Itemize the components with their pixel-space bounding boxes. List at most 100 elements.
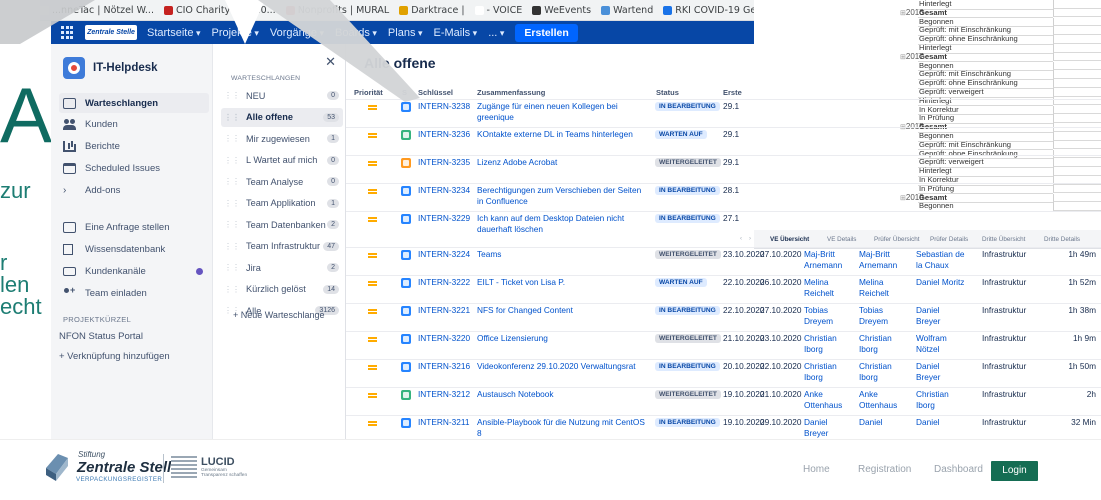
issue-key-link[interactable]: INTERN-3221 <box>418 305 470 315</box>
nav-more[interactable]: ... <box>488 27 504 39</box>
zentrale-stelle-logo[interactable]: Stiftung Zentrale Stelle VERPACKUNGSREGI… <box>44 448 180 486</box>
queue-item[interactable]: ⋮⋮ Jira 2 <box>221 258 343 277</box>
add-shortcut-link[interactable]: + Verknüpfung hinzufügen <box>55 346 205 366</box>
drag-handle-icon[interactable]: ⋮⋮ <box>224 177 240 186</box>
reporter-link[interactable]: Daniel Breyer <box>804 417 854 439</box>
reporter-link[interactable]: Melina Reichelt <box>804 277 854 299</box>
bookmark-item[interactable]: WeEvents <box>532 0 591 20</box>
approver-link[interactable]: Daniel Moritz <box>916 277 966 288</box>
table-row[interactable]: INTERN-3224 Teams WEITERGELEITET 23.10.2020… <box>346 247 1101 274</box>
assignee-link[interactable]: Anke Ottenhaus <box>859 389 909 411</box>
issue-key-link[interactable]: INTERN-3220 <box>418 333 470 343</box>
table-row[interactable]: INTERN-3221 NFS for Changed Content IN BEA… <box>346 303 1101 330</box>
sidebar-item-kundenkanaele[interactable]: Kundenkanäle <box>59 261 209 281</box>
drag-handle-icon[interactable]: ⋮⋮ <box>224 220 240 229</box>
assignee-link[interactable]: Tobias Dreyem <box>859 305 909 327</box>
issue-key-link[interactable]: INTERN-3222 <box>418 277 470 287</box>
issue-summary-link[interactable]: Videokonferenz 29.10.2020 Verwaltungsrat <box>477 361 645 372</box>
drag-handle-icon[interactable]: ⋮⋮ <box>224 199 240 208</box>
nav-emails[interactable]: E-Mails <box>433 27 477 39</box>
approver-link[interactable]: Wolfram Nötzel <box>916 333 966 355</box>
sidebar-item-berichte[interactable]: Berichte <box>59 136 209 156</box>
queue-item[interactable]: ⋮⋮ Team Applikation 1 <box>221 194 343 213</box>
bookmark-item[interactable]: RKI COVID-19 Ger... <box>663 0 754 20</box>
table-row[interactable]: INTERN-3238 Zugänge für einen neuen Kolle… <box>346 99 1101 126</box>
nav-vorgaenge[interactable]: Vorgänge <box>270 27 324 39</box>
queue-item[interactable]: ⋮⋮ Mir zugewiesen 1 <box>221 129 343 148</box>
table-row[interactable]: INTERN-3229 Ich kann auf dem Desktop Date… <box>346 211 1101 238</box>
drag-handle-icon[interactable]: ⋮⋮ <box>224 242 240 251</box>
nav-projekte[interactable]: Projekte <box>212 27 259 39</box>
issue-summary-link[interactable]: Austausch Notebook <box>477 389 645 400</box>
issue-summary-link[interactable]: Zugänge für einen neuen Kollegen bei gre… <box>477 101 645 123</box>
nav-registration-link[interactable]: Registration <box>858 464 911 475</box>
issue-key-link[interactable]: INTERN-3238 <box>418 101 470 111</box>
issue-summary-link[interactable]: Lizenz Adobe Acrobat <box>477 157 645 168</box>
nav-home-link[interactable]: Home <box>803 464 830 475</box>
sidebar-item-team-einladen[interactable]: Team einladen <box>59 283 209 303</box>
shortcut-nfon-status-portal[interactable]: NFON Status Portal <box>55 326 205 346</box>
new-queue-link[interactable]: + Neue Warteschlange <box>233 310 324 320</box>
bookmark-item[interactable]: Darktrace | <box>399 0 465 20</box>
issue-key-link[interactable]: INTERN-3229 <box>418 213 470 223</box>
sidebar-item-kunden[interactable]: Kunden <box>59 114 209 134</box>
sidebar-item-add-ons[interactable]: › Add-ons <box>59 180 209 200</box>
queue-item[interactable]: ⋮⋮ Team Analyse 0 <box>221 172 343 191</box>
queue-item[interactable]: ⋮⋮ Team Datenbanken 2 <box>221 215 343 234</box>
drag-handle-icon[interactable]: ⋮⋮ <box>224 91 240 100</box>
table-row[interactable]: INTERN-3234 Berechtigungen zum Verschiebe… <box>346 183 1101 210</box>
close-icon[interactable]: ✕ <box>325 54 336 70</box>
issue-key-link[interactable]: INTERN-3234 <box>418 185 470 195</box>
drag-handle-icon[interactable]: ⋮⋮ <box>224 285 240 294</box>
nav-dashboard-link[interactable]: Dashboard <box>934 464 983 475</box>
table-row[interactable]: INTERN-3236 KOntakte externe DL in Teams … <box>346 127 1101 154</box>
site-logo[interactable]: Zentrale Stelle <box>85 25 137 40</box>
issue-summary-link[interactable]: EILT - Ticket von Lisa P. <box>477 277 645 288</box>
nav-boards[interactable]: Boards <box>335 27 377 39</box>
sidebar-item-warteschlangen[interactable]: Warteschlangen <box>59 93 209 113</box>
issue-summary-link[interactable]: Ich kann auf dem Desktop Dateien nicht d… <box>477 213 645 235</box>
assignee-link[interactable]: Maj-Britt Arnemann <box>859 249 909 271</box>
issue-summary-link[interactable]: KOntakte externe DL in Teams hinterlegen <box>477 129 645 140</box>
bookmark-item[interactable]: Wartend <box>601 0 653 20</box>
issue-key-link[interactable]: INTERN-3211 <box>418 417 470 427</box>
create-button[interactable]: Erstellen <box>515 23 578 42</box>
approver-link[interactable]: Daniel Breyer <box>916 361 966 383</box>
issue-key-link[interactable]: INTERN-3235 <box>418 157 470 167</box>
assignee-link[interactable]: Christian Iborg <box>859 333 909 355</box>
issue-key-link[interactable]: INTERN-3224 <box>418 249 470 259</box>
table-row[interactable]: INTERN-3212 Austausch Notebook WEITERGELEI… <box>346 387 1101 414</box>
drag-handle-icon[interactable]: ⋮⋮ <box>224 156 240 165</box>
issue-summary-link[interactable]: NFS for Changed Content <box>477 305 645 316</box>
table-row[interactable]: INTERN-3222 EILT - Ticket von Lisa P. WART… <box>346 275 1101 302</box>
sidebar-item-eine-anfrage-stellen[interactable]: Eine Anfrage stellen <box>59 217 209 237</box>
project-header[interactable]: IT-Helpdesk <box>63 57 158 79</box>
assignee-link[interactable]: Daniel <box>859 417 909 428</box>
issue-summary-link[interactable]: Ansible-Playbook für die Nutzung mit Cen… <box>477 417 645 439</box>
approver-link[interactable]: Daniel <box>916 417 966 428</box>
issue-key-link[interactable]: INTERN-3216 <box>418 361 470 371</box>
login-button[interactable]: Login <box>991 461 1038 481</box>
reporter-link[interactable]: Tobias Dreyem <box>804 305 854 327</box>
assignee-link[interactable]: Melina Reichelt <box>859 277 909 299</box>
issue-summary-link[interactable]: Teams <box>477 249 645 260</box>
issue-key-link[interactable]: INTERN-3212 <box>418 389 470 399</box>
table-row[interactable]: INTERN-3211 Ansible-Playbook für die Nutz… <box>346 415 1101 439</box>
queue-item[interactable]: ⋮⋮ Team Infrastruktur ... 47 <box>221 237 343 256</box>
issue-summary-link[interactable]: Berechtigungen zum Verschieben der Seite… <box>477 185 645 207</box>
table-row[interactable]: INTERN-3216 Videokonferenz 29.10.2020 Ver… <box>346 359 1101 386</box>
drag-handle-icon[interactable]: ⋮⋮ <box>224 113 240 122</box>
approver-link[interactable]: Christian Iborg <box>916 389 966 411</box>
sidebar-item-wissensdatenbank[interactable]: Wissensdatenbank <box>59 239 209 259</box>
reporter-link[interactable]: Christian Iborg <box>804 361 854 383</box>
app-switcher-icon[interactable] <box>61 25 75 40</box>
approver-link[interactable]: Daniel Breyer <box>916 305 966 327</box>
reporter-link[interactable]: Anke Ottenhaus <box>804 389 854 411</box>
table-row[interactable]: INTERN-3220 Office Lizensierung WEITERGELE… <box>346 331 1101 358</box>
drag-handle-icon[interactable]: ⋮⋮ <box>224 263 240 272</box>
nav-plans[interactable]: Plans <box>388 27 423 39</box>
drag-handle-icon[interactable]: ⋮⋮ <box>224 134 240 143</box>
issue-summary-link[interactable]: Office Lizensierung <box>477 333 645 344</box>
queue-item[interactable]: ⋮⋮ Alle offene 53 <box>221 107 343 127</box>
bookmark-item[interactable]: ...nneTac | Nötzel W... <box>40 0 154 20</box>
